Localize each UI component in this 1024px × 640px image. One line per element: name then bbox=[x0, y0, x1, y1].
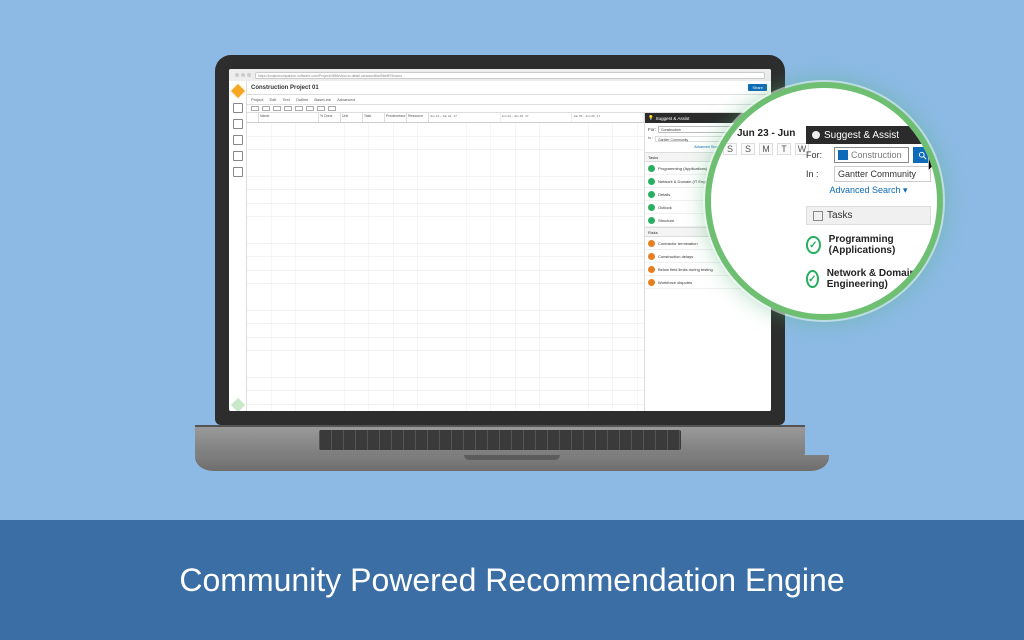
status-icon bbox=[648, 266, 655, 273]
app-window: https://projectcompanion.software.com/Pr… bbox=[229, 69, 771, 411]
tab-project[interactable]: Project bbox=[251, 97, 263, 102]
status-icon bbox=[648, 165, 655, 172]
filter-icon bbox=[838, 150, 848, 160]
in-label: In : bbox=[806, 169, 830, 179]
menu-tabs: Project Edit Text Outline BaseLine Advan… bbox=[247, 95, 771, 105]
suggested-task[interactable]: ✓ Programming (Applications) bbox=[806, 234, 931, 256]
grid-body[interactable] bbox=[247, 123, 644, 411]
rail-item-1[interactable] bbox=[233, 103, 243, 113]
edit-icon bbox=[813, 211, 823, 221]
rail-item-5[interactable] bbox=[233, 167, 243, 177]
check-ring-icon: ✓ bbox=[806, 270, 819, 288]
assist-header: Suggest & Assist ✕ bbox=[806, 126, 937, 144]
caption-text: Community Powered Recommendation Engine bbox=[179, 562, 844, 599]
in-input[interactable]: Gantter Community bbox=[834, 166, 931, 182]
laptop-keyboard bbox=[195, 425, 805, 457]
close-icon[interactable]: ✕ bbox=[923, 130, 931, 141]
tab-baseline[interactable]: BaseLine bbox=[314, 97, 331, 102]
tab-edit[interactable]: Edit bbox=[269, 97, 276, 102]
toolbar-btn[interactable] bbox=[284, 106, 292, 111]
status-icon bbox=[648, 217, 655, 224]
toolbar-btn[interactable] bbox=[306, 106, 314, 111]
bulb-icon bbox=[812, 131, 820, 139]
rail-item-3[interactable] bbox=[233, 135, 243, 145]
toolbar-btn[interactable] bbox=[273, 106, 281, 111]
rail-footer-icon bbox=[229, 397, 246, 411]
app-logo-icon bbox=[229, 83, 246, 100]
search-icon bbox=[918, 151, 927, 160]
status-icon bbox=[648, 253, 655, 260]
grid-header: Name % Done Unit Task Predecessor Resour… bbox=[247, 113, 644, 123]
toolbar-btn[interactable] bbox=[251, 106, 259, 111]
browser-chrome: https://projectcompanion.software.com/Pr… bbox=[229, 69, 771, 81]
tab-advanced[interactable]: Advanced bbox=[337, 97, 355, 102]
week-range-label: Jun 23 - Jun bbox=[737, 128, 795, 139]
toolbar-btn[interactable] bbox=[295, 106, 303, 111]
window-controls bbox=[235, 73, 251, 77]
for-label: For: bbox=[648, 127, 656, 132]
toolbar-btn[interactable] bbox=[317, 106, 325, 111]
status-icon bbox=[648, 204, 655, 211]
share-button[interactable]: Sha bbox=[903, 102, 939, 120]
for-label: For: bbox=[806, 150, 830, 160]
toolbar-btn[interactable] bbox=[262, 106, 270, 111]
status-icon bbox=[648, 279, 655, 286]
status-icon bbox=[648, 240, 655, 247]
bulb-icon: 💡 bbox=[648, 115, 654, 121]
toolbar bbox=[247, 105, 771, 113]
project-title: Construction Project 01 bbox=[251, 85, 319, 91]
status-icon bbox=[648, 178, 655, 185]
rail-item-4[interactable] bbox=[233, 151, 243, 161]
check-ring-icon: ✓ bbox=[806, 236, 821, 254]
day-headers: SSMTW bbox=[723, 143, 809, 155]
laptop-lid: https://projectcompanion.software.com/Pr… bbox=[215, 55, 785, 425]
status-icon bbox=[648, 191, 655, 198]
suggested-task[interactable]: ✓ Network & Domain (IT Engineering) bbox=[806, 268, 931, 290]
gantt-grid[interactable]: Name % Done Unit Task Predecessor Resour… bbox=[247, 113, 645, 411]
tab-text[interactable]: Text bbox=[282, 97, 289, 102]
cursor-icon bbox=[927, 156, 941, 174]
advanced-search-link[interactable]: Advanced Search ▾ bbox=[806, 185, 931, 196]
in-label: In : bbox=[648, 136, 653, 142]
toolbar-btn[interactable] bbox=[328, 106, 336, 111]
left-icon-rail bbox=[229, 81, 247, 411]
laptop-base bbox=[195, 455, 829, 471]
rail-item-2[interactable] bbox=[233, 119, 243, 129]
for-input[interactable]: Construction bbox=[834, 147, 909, 163]
zoom-callout: Sha Jun 23 - Jun SSMTW Suggest & Assist … bbox=[705, 82, 943, 320]
tab-outline[interactable]: Outline bbox=[296, 97, 309, 102]
tasks-section-header: Tasks bbox=[806, 206, 931, 225]
caption-bar: Community Powered Recommendation Engine bbox=[0, 520, 1024, 640]
url-bar[interactable]: https://projectcompanion.software.com/Pr… bbox=[255, 72, 765, 79]
